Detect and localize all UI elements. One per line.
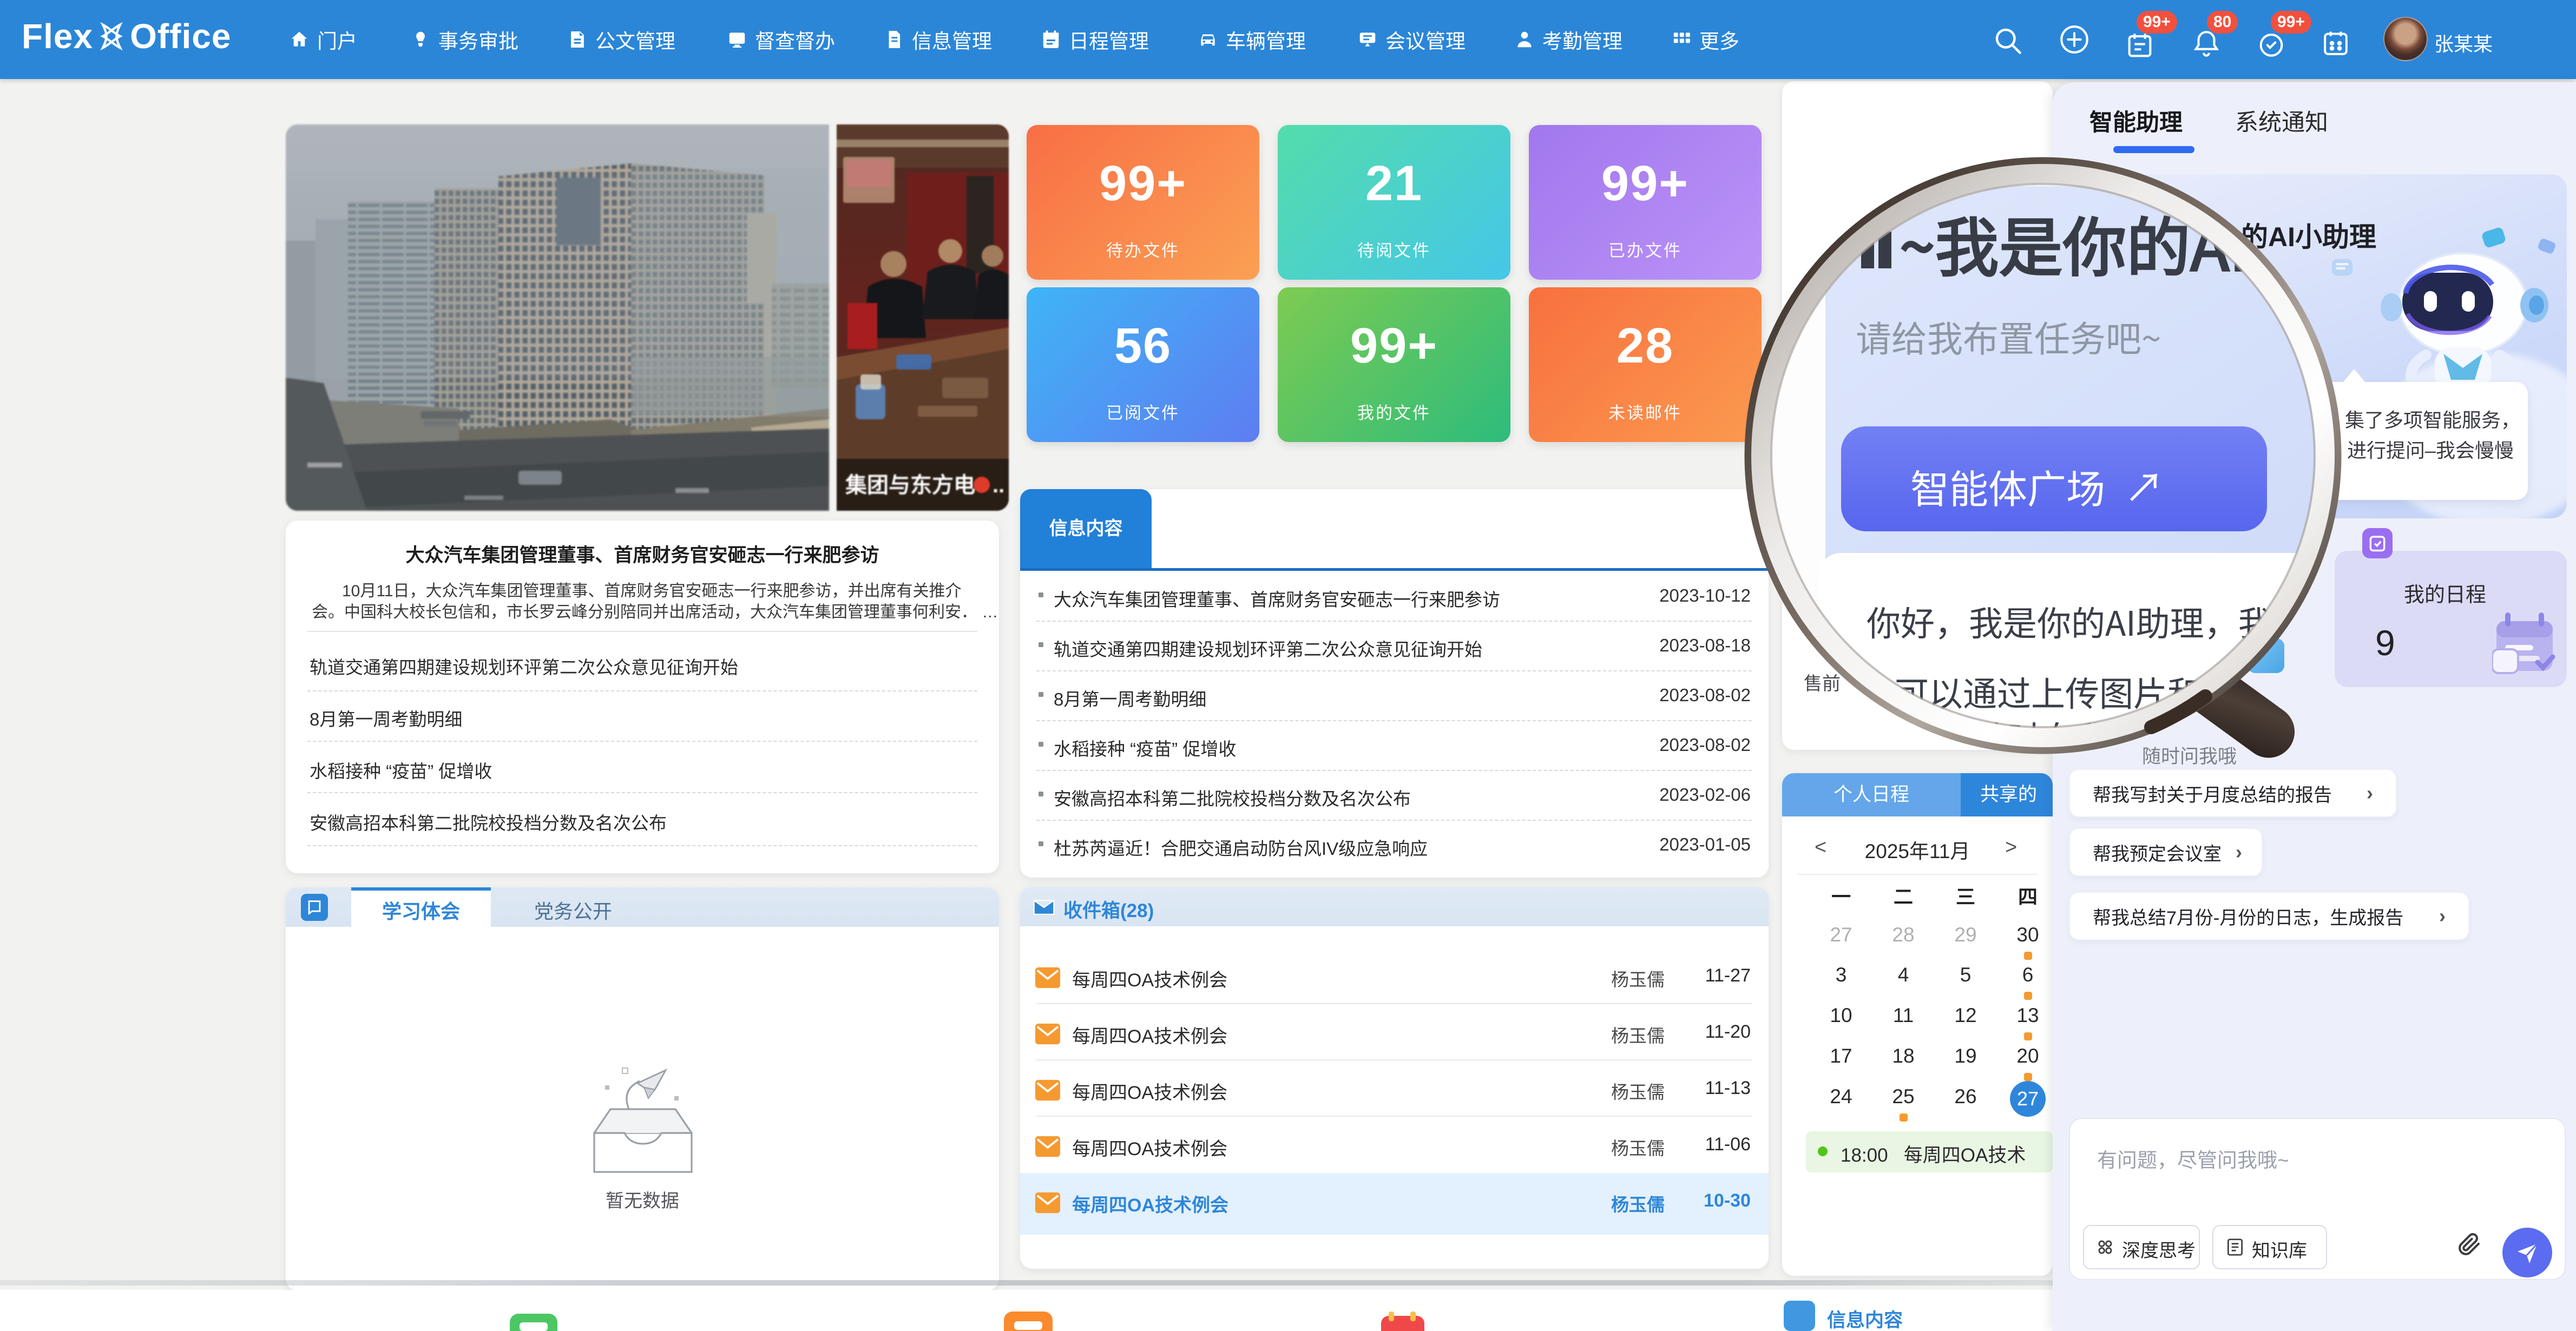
svg-text:集团与东方电: 集团与东方电 bbox=[845, 467, 975, 499]
svg-text:你好，我是你的AI助理，我: 你好，我是你的AI助理，我 bbox=[1867, 597, 2272, 646]
svg-text:请给我布置任务吧~: 请给我布置任务吧~ bbox=[1856, 311, 2161, 363]
svg-text:..: .. bbox=[993, 473, 1004, 497]
svg-text:智能体广场: 智能体广场 bbox=[1910, 458, 2105, 515]
svg-text:↗: ↗ bbox=[2124, 466, 2164, 511]
